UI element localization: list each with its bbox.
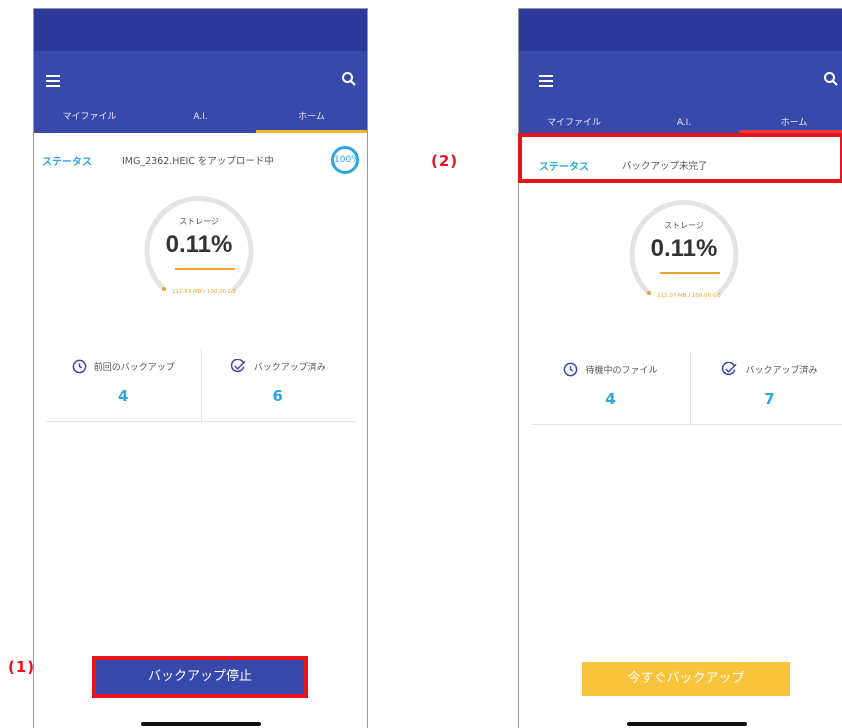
stat-backed-up: バックアップ済み 6 — [201, 349, 356, 421]
menu-icon[interactable] — [539, 75, 553, 89]
tab-home[interactable]: ホーム — [739, 113, 842, 133]
check-circle-icon — [722, 362, 738, 376]
gauge-underline — [175, 268, 235, 270]
gauge-underline — [660, 272, 720, 274]
tab-bar: マイファイル A.I. ホーム — [519, 113, 842, 133]
gauge-value: 0.11% — [650, 235, 718, 262]
storage-gauge: ストレージ 0.11% 113.07 MB / 100.00 GB — [624, 190, 744, 310]
stat-label: バックアップ済み — [745, 366, 818, 376]
stat-label: 前回のバックアップ — [93, 363, 175, 373]
stop-backup-button[interactable]: バックアップ停止 — [92, 656, 308, 698]
gauge-value: 0.11% — [165, 231, 233, 258]
status-row: ステータス IMG_2362.HEIC をアップロード中 100% — [34, 146, 367, 174]
phone-screen-2: マイファイル A.I. ホーム ステータス バックアップ未完了 ストレージ 0.… — [518, 8, 842, 728]
tab-ai[interactable]: A.I. — [145, 107, 256, 133]
stat-label: 待機中のファイル — [585, 366, 658, 376]
menu-icon[interactable] — [46, 75, 60, 89]
gauge-title: ストレージ — [179, 217, 219, 226]
stat-value: 7 — [764, 390, 775, 408]
callout-2: (2) — [431, 152, 459, 170]
search-icon[interactable] — [823, 71, 839, 87]
status-text: IMG_2362.HEIC をアップロード中 — [122, 156, 274, 167]
stats-panel: 前回のバックアップ 4 バックアップ済み 6 — [46, 349, 355, 422]
clock-icon — [564, 362, 578, 377]
tab-my-files[interactable]: マイファイル — [34, 107, 145, 133]
tab-ai[interactable]: A.I. — [629, 113, 739, 133]
callout-1: (1) — [8, 658, 36, 676]
stat-value: 4 — [118, 387, 129, 405]
gauge-detail: 113.07 MB / 100.00 GB — [657, 293, 721, 299]
home-indicator[interactable] — [141, 722, 261, 726]
stat-value: 4 — [605, 390, 616, 408]
app-bar: マイファイル A.I. ホーム — [34, 51, 367, 133]
status-bar — [519, 9, 842, 51]
gauge-detail: 111.53 MB / 100.00 GB — [172, 289, 236, 295]
clock-icon — [72, 359, 87, 374]
stat-backed-up: バックアップ済み 7 — [690, 352, 842, 424]
backup-now-button[interactable]: 今すぐバックアップ — [582, 662, 790, 696]
status-bar — [34, 9, 367, 51]
tab-home[interactable]: ホーム — [256, 107, 367, 133]
check-circle-icon — [230, 359, 246, 373]
stat-value: 6 — [272, 387, 283, 405]
storage-gauge: ストレージ 0.11% 111.53 MB / 100.00 GB — [139, 186, 259, 306]
phone-screen-1: マイファイル A.I. ホーム ステータス IMG_2362.HEIC をアップ… — [33, 8, 368, 728]
tab-bar: マイファイル A.I. ホーム — [34, 107, 367, 133]
app-bar: マイファイル A.I. ホーム — [519, 51, 842, 133]
upload-progress-badge: 100% — [331, 146, 360, 174]
stat-pending-files: 待機中のファイル 4 — [531, 352, 691, 424]
tab-my-files[interactable]: マイファイル — [519, 113, 629, 133]
status-label: ステータス — [42, 157, 92, 168]
search-icon[interactable] — [341, 71, 357, 87]
stat-label: バックアップ済み — [253, 363, 326, 373]
home-indicator[interactable] — [627, 722, 747, 726]
stats-panel: 待機中のファイル 4 バックアップ済み 7 — [531, 352, 842, 425]
gauge-title: ストレージ — [664, 221, 704, 230]
stat-last-backup: 前回のバックアップ 4 — [46, 349, 202, 421]
status-highlight-box — [518, 133, 842, 183]
